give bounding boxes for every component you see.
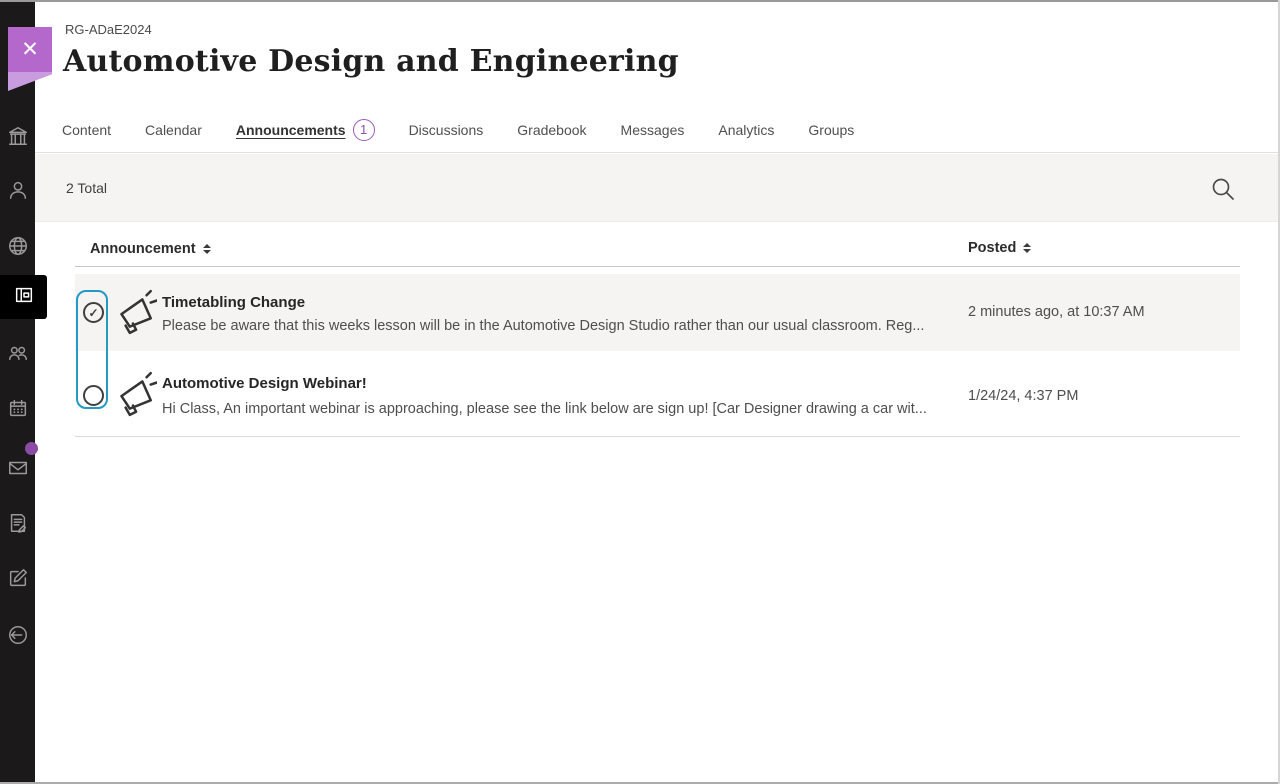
messages-notification-badge: [25, 442, 38, 455]
globe-icon: [7, 235, 29, 262]
check-icon: ✓: [88, 306, 98, 320]
tab-messages[interactable]: Messages: [621, 122, 685, 138]
column-header-posted[interactable]: Posted: [968, 240, 1031, 256]
announcement-row[interactable]: Automotive Design Webinar! Hi Class, An …: [75, 351, 1240, 437]
grades-icon: [7, 512, 29, 539]
window-border-top: [0, 0, 1280, 2]
announcement-preview: Hi Class, An important webinar is approa…: [162, 401, 927, 417]
close-course-button[interactable]: ✕: [8, 27, 52, 72]
nav-sign-out[interactable]: [0, 615, 35, 659]
nav-courses[interactable]: [0, 275, 47, 319]
announcements-toolbar: 2 Total: [35, 154, 1280, 222]
announcement-title[interactable]: Timetabling Change: [162, 294, 305, 311]
announcement-preview: Please be aware that this weeks lesson w…: [162, 318, 924, 334]
row-unselected-checkbox[interactable]: [83, 385, 104, 406]
nav-calendar[interactable]: [0, 388, 35, 432]
search-button[interactable]: [1210, 176, 1236, 202]
close-icon: ✕: [21, 39, 39, 60]
megaphone-icon: [111, 289, 157, 340]
nav-organizations[interactable]: [0, 333, 35, 377]
sort-icon: [1023, 243, 1031, 253]
tab-discussions[interactable]: Discussions: [409, 122, 484, 138]
tab-calendar[interactable]: Calendar: [145, 122, 202, 138]
search-icon: [1210, 189, 1236, 206]
row-selected-checkbox[interactable]: ✓: [83, 302, 104, 323]
tab-analytics[interactable]: Analytics: [718, 122, 774, 138]
sort-icon: [203, 244, 211, 254]
base-nav-rail: [0, 0, 35, 784]
page-title: Automotive Design and Engineering: [63, 44, 679, 79]
table-header-divider: [75, 266, 1240, 267]
nav-grades[interactable]: [0, 503, 35, 547]
tab-groups[interactable]: Groups: [808, 122, 854, 138]
messages-icon: [7, 457, 29, 484]
organizations-icon: [7, 342, 29, 369]
column-header-announcement[interactable]: Announcement: [90, 241, 211, 257]
nav-profile[interactable]: [0, 170, 35, 214]
table-header-row: Announcement Posted: [90, 240, 1240, 266]
total-count: 2 Total: [66, 154, 107, 222]
announcement-row[interactable]: ✓ Timetabling Change Please be aware tha…: [75, 274, 1240, 351]
tab-gradebook[interactable]: Gradebook: [517, 122, 586, 138]
tab-announcements[interactable]: Announcements 1: [236, 119, 375, 141]
megaphone-icon: [111, 371, 157, 422]
courses-icon: [13, 284, 35, 311]
posted-timestamp: 2 minutes ago, at 10:37 AM: [968, 304, 1145, 320]
nav-institution[interactable]: [0, 116, 35, 160]
announcements-count-badge: 1: [353, 119, 375, 141]
course-tab-bar: Content Calendar Announcements 1 Discuss…: [35, 107, 1280, 153]
tools-icon: [7, 567, 29, 594]
posted-timestamp: 1/24/24, 4:37 PM: [968, 388, 1078, 404]
course-code: RG-ADaE2024: [65, 22, 152, 37]
sign-out-icon: [7, 624, 29, 651]
tab-content[interactable]: Content: [62, 122, 111, 138]
nav-tools[interactable]: [0, 558, 35, 602]
nav-activity[interactable]: [0, 226, 35, 270]
course-page: ✕ RG-ADaE2024 Automotive Design and Engi…: [0, 0, 1280, 784]
calendar-icon: [7, 397, 29, 424]
profile-icon: [7, 179, 29, 206]
announcement-title[interactable]: Automotive Design Webinar!: [162, 375, 367, 392]
institution-icon: [7, 125, 29, 152]
